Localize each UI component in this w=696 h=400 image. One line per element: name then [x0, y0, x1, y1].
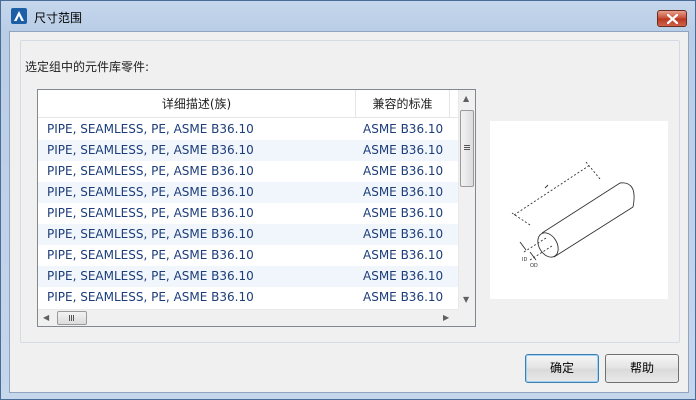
close-icon [667, 14, 678, 24]
table-row[interactable]: PIPE, SEAMLESS, PE, ASME B36.10 ASME B36.… [38, 245, 458, 266]
table-row[interactable]: PIPE, SEAMLESS, PE, ASME B36.10 ASME B36.… [38, 287, 458, 305]
column-header-standard[interactable]: 兼容的标准 [356, 90, 450, 118]
pipe-drawing-icon: ID OD [511, 161, 635, 269]
svg-text:ID: ID [522, 257, 527, 263]
pipe-preview-image: ID OD [490, 121, 668, 299]
dialog-window: 尺寸范围 选定组中的元件库零件: 详细描述(族) 兼容的标准 PIPE, SEA… [0, 0, 696, 400]
cell-standard: ASME B36.10 [363, 227, 444, 241]
cell-description: PIPE, SEAMLESS, PE, ASME B36.10 [47, 143, 254, 157]
parts-list[interactable]: 详细描述(族) 兼容的标准 PIPE, SEAMLESS, PE, ASME B… [37, 89, 476, 327]
table-row[interactable]: PIPE, SEAMLESS, PE, ASME B36.10 ASME B36.… [38, 161, 458, 182]
autocad-logo-icon [11, 8, 27, 24]
column-header-description[interactable]: 详细描述(族) [38, 90, 356, 118]
vertical-scrollbar[interactable]: ▲ ▼ [458, 90, 475, 309]
cell-description: PIPE, SEAMLESS, PE, ASME B36.10 [47, 227, 254, 241]
cell-description: PIPE, SEAMLESS, PE, ASME B36.10 [47, 269, 254, 283]
dialog-client-area: 选定组中的元件库零件: 详细描述(族) 兼容的标准 PIPE, SEAMLESS… [9, 31, 689, 393]
cell-description: PIPE, SEAMLESS, PE, ASME B36.10 [47, 164, 254, 178]
scroll-down-arrow-icon[interactable]: ▼ [463, 295, 469, 304]
list-header: 详细描述(族) 兼容的标准 [38, 90, 458, 118]
cell-description: PIPE, SEAMLESS, PE, ASME B36.10 [47, 185, 254, 199]
table-row[interactable]: PIPE, SEAMLESS, PE, ASME B36.10 ASME B36.… [38, 140, 458, 161]
cell-standard: ASME B36.10 [363, 122, 444, 136]
table-row[interactable]: PIPE, SEAMLESS, PE, ASME B36.10 ASME B36.… [38, 182, 458, 203]
table-row[interactable]: PIPE, SEAMLESS, PE, ASME B36.10 ASME B36.… [38, 224, 458, 245]
ok-button[interactable]: 确定 [525, 354, 599, 383]
scrollbar-corner [458, 309, 475, 326]
cell-description: PIPE, SEAMLESS, PE, ASME B36.10 [47, 122, 254, 136]
group-label: 选定组中的元件库零件: [25, 60, 150, 74]
cell-standard: ASME B36.10 [363, 143, 444, 157]
table-row[interactable]: PIPE, SEAMLESS, PE, ASME B36.10 ASME B36.… [38, 203, 458, 224]
cell-standard: ASME B36.10 [363, 269, 444, 283]
cell-description: PIPE, SEAMLESS, PE, ASME B36.10 [47, 206, 254, 220]
cell-standard: ASME B36.10 [363, 185, 444, 199]
cell-standard: ASME B36.10 [363, 164, 444, 178]
vertical-scroll-thumb[interactable] [460, 110, 474, 187]
close-button[interactable] [657, 10, 687, 27]
cell-standard: ASME B36.10 [363, 248, 444, 262]
help-button[interactable]: 帮助 [605, 354, 679, 383]
scroll-left-arrow-icon[interactable]: ◀ [43, 313, 49, 322]
cell-description: PIPE, SEAMLESS, PE, ASME B36.10 [47, 290, 254, 304]
list-body: PIPE, SEAMLESS, PE, ASME B36.10 ASME B36.… [38, 119, 458, 305]
table-row[interactable]: PIPE, SEAMLESS, PE, ASME B36.10 ASME B36.… [38, 119, 458, 140]
cell-description: PIPE, SEAMLESS, PE, ASME B36.10 [47, 248, 254, 262]
horizontal-scrollbar[interactable]: ◀ ▶ [38, 309, 458, 326]
table-row[interactable]: PIPE, SEAMLESS, PE, ASME B36.10 ASME B36.… [38, 266, 458, 287]
title-bar[interactable]: 尺寸范围 [1, 1, 695, 31]
scroll-up-arrow-icon[interactable]: ▲ [463, 94, 469, 103]
window-title: 尺寸范围 [34, 11, 83, 25]
scroll-right-arrow-icon[interactable]: ▶ [443, 313, 449, 322]
cell-standard: ASME B36.10 [363, 290, 444, 304]
cell-standard: ASME B36.10 [363, 206, 444, 220]
svg-text:OD: OD [530, 263, 538, 269]
horizontal-scroll-thumb[interactable] [57, 311, 87, 325]
